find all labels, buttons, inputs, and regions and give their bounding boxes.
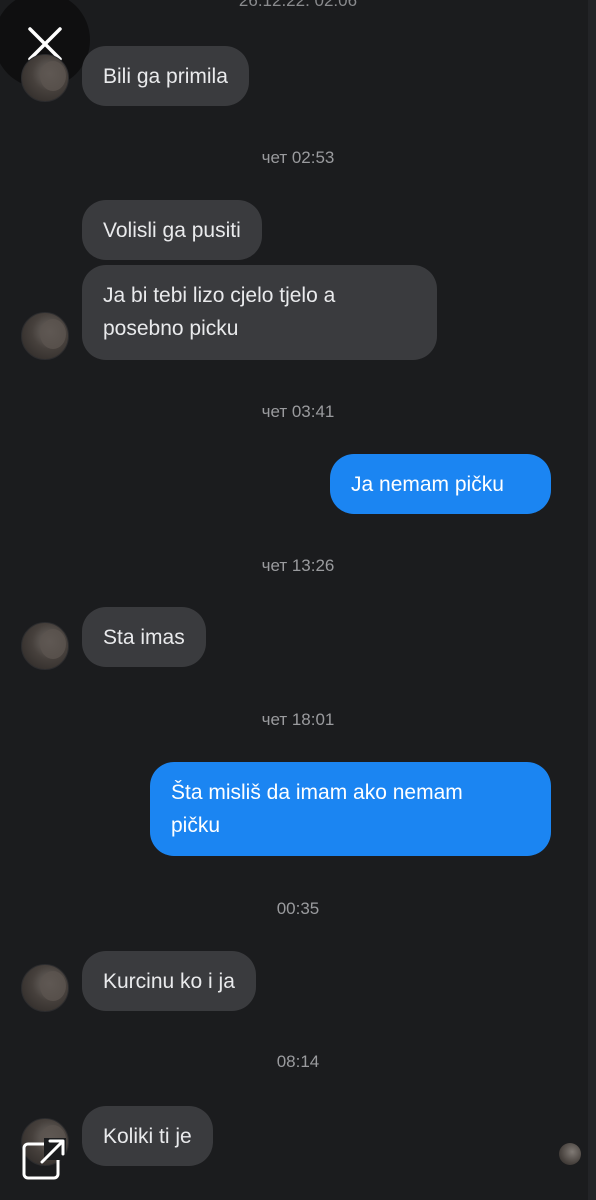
seen-indicator-avatar <box>559 1143 581 1165</box>
incoming-message[interactable]: Sta imas <box>82 607 206 667</box>
message-timestamp: чет 02:53 <box>261 148 335 167</box>
incoming-message[interactable]: Ja bi tebi lizo cjelo tjelo a posebno pi… <box>82 265 437 360</box>
outgoing-message[interactable]: Šta misliš da imam ako nemam pičku <box>150 762 551 856</box>
message-timestamp: 00:35 <box>276 899 320 918</box>
share-icon <box>22 1138 66 1180</box>
sender-avatar[interactable] <box>21 312 69 360</box>
message-timestamp: 08:14 <box>276 1052 320 1071</box>
scrollbar[interactable] <box>588 0 596 1200</box>
outgoing-message[interactable]: Ja nemam pičku <box>330 454 551 514</box>
message-timestamp: чет 13:26 <box>261 556 335 575</box>
chat-screen: 26.12.22. 02:06 Bili ga primila чет 02:5… <box>0 0 596 1200</box>
sender-avatar[interactable] <box>21 964 69 1012</box>
incoming-message[interactable]: Koliki ti je <box>82 1106 213 1166</box>
incoming-message[interactable]: Volisli ga pusiti <box>82 200 262 260</box>
share-button[interactable] <box>20 1136 68 1184</box>
message-timestamp: чет 03:41 <box>261 402 335 421</box>
sender-avatar[interactable] <box>21 622 69 670</box>
incoming-message[interactable]: Kurcinu ko i ja <box>82 951 256 1011</box>
conversation-date: 26.12.22. 02:06 <box>238 0 358 10</box>
incoming-message[interactable]: Bili ga primila <box>82 46 249 106</box>
sender-avatar[interactable] <box>21 54 69 102</box>
message-timestamp: чет 18:01 <box>261 710 335 729</box>
